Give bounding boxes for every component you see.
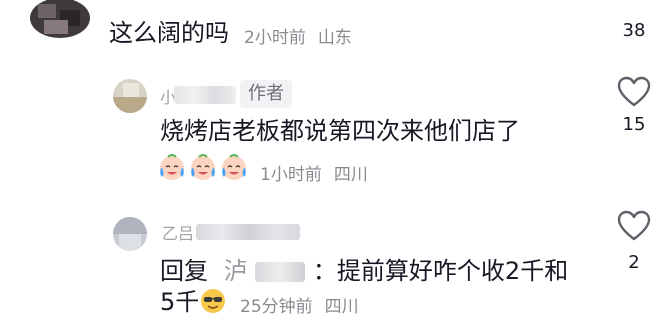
like-count: 2 [628,252,640,273]
avatar[interactable] [113,217,147,251]
comment-location: 四川 [333,165,368,185]
reply-to-user[interactable]: 泸 [224,257,248,285]
like-count: 15 [622,114,646,135]
crying-laughing-emoji [157,153,187,187]
heart-icon[interactable] [604,76,660,108]
sunglasses-emoji [199,287,227,319]
comment-meta: 1小时前 四川 [260,160,368,185]
comment-text-line1: ：提前算好咋个收2千和 [312,257,569,285]
like-button[interactable]: 2 [604,210,660,273]
crying-laughing-emoji [188,153,218,187]
comment-time: 2小时前 [244,28,306,48]
like-button[interactable]: 38 [604,0,660,41]
comment-text: 烧烤店老板都说第四次来他们店了 [160,117,520,145]
heart-icon[interactable] [604,210,660,242]
comment-location: 山东 [317,28,352,48]
comment-text: 回复 泸 ：提前算好咋个收2千和 [160,256,568,286]
like-button[interactable]: 15 [604,76,660,135]
blurred-reply-target [255,262,306,282]
blurred-user-name [174,86,236,104]
reply-user-name[interactable]: 乙吕 [162,220,194,244]
crying-laughing-emoji [219,153,249,187]
comment-time: 25分钟前 [240,297,313,317]
comment-location: 四川 [324,297,359,317]
comment-meta: 25分钟前 四川 [240,292,359,317]
comment-text: 这么阔的吗 [109,19,229,47]
author-tag: 作者 [240,80,292,108]
avatar[interactable] [30,0,90,38]
avatar[interactable] [113,79,147,113]
comment-meta: 2小时前 山东 [244,23,352,48]
blurred-user-name [196,224,300,240]
reply-prefix: 回复 [160,257,208,285]
comment-text-line2: 5千 [160,288,200,316]
like-count: 38 [622,20,646,41]
comment-time: 1小时前 [260,165,322,185]
